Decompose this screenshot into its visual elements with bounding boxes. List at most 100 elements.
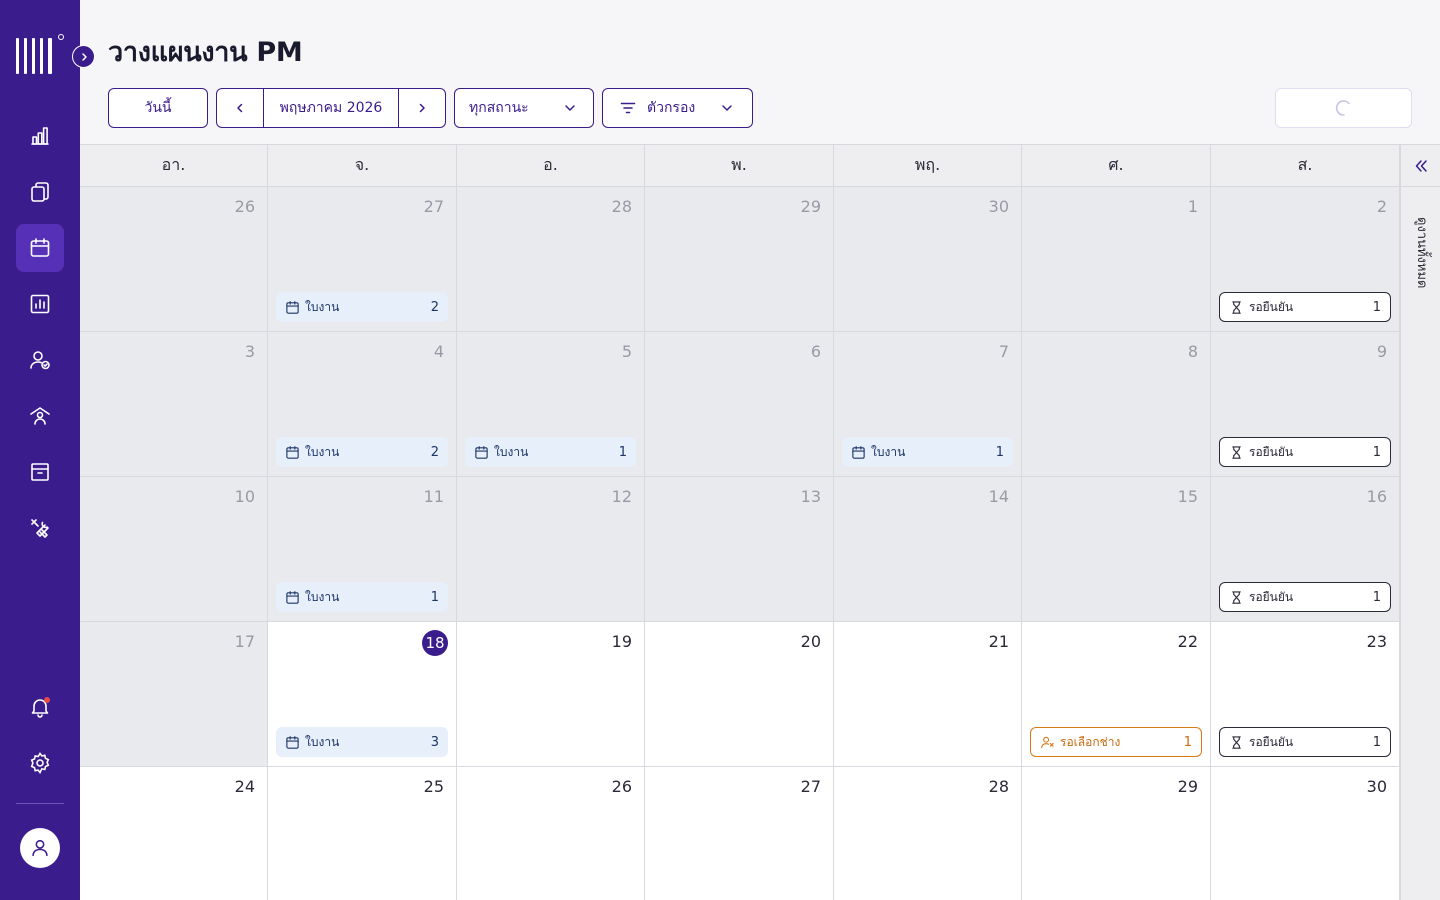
calendar-day-cell[interactable]: 24	[80, 767, 268, 900]
loading-button[interactable]	[1275, 88, 1412, 128]
calendar-icon	[286, 300, 299, 314]
calendar-day-cell[interactable]: 3	[80, 332, 268, 477]
sidebar-item-documents[interactable]	[16, 168, 64, 216]
event-chip-job[interactable]: ใบงาน 1	[276, 582, 448, 612]
event-chip-label: รอยืนยัน	[1249, 589, 1294, 604]
calendar-day-cell[interactable]: 14	[834, 477, 1022, 622]
calendar-day-cell[interactable]: 19	[457, 622, 645, 767]
calendar-day-cell[interactable]: 27 ใบงาน 2	[268, 187, 457, 332]
calendar-day-cell[interactable]: 30	[834, 187, 1022, 332]
next-month-button[interactable]	[399, 89, 445, 127]
event-chip-label: รอยืนยัน	[1249, 444, 1294, 459]
calendar-icon	[475, 445, 488, 459]
sidebar-expand-button[interactable]	[72, 45, 95, 68]
day-number: 30	[1366, 777, 1387, 796]
sidebar-divider	[16, 803, 64, 804]
today-button[interactable]: วันนี้	[108, 88, 208, 128]
day-number: 29	[800, 197, 821, 216]
calendar-day-cell[interactable]: 20	[645, 622, 834, 767]
sidebar-item-inventory[interactable]	[16, 448, 64, 496]
event-chip-confirm[interactable]: รอยืนยัน 1	[1219, 727, 1391, 757]
calendar-day-cell[interactable]: 26	[457, 767, 645, 900]
hourglass-icon	[1232, 445, 1241, 459]
calendar-day-cell[interactable]: 4 ใบงาน 2	[268, 332, 457, 477]
sidebar-item-reports[interactable]	[16, 280, 64, 328]
prev-month-button[interactable]	[217, 89, 263, 127]
event-chip-label: ใบงาน	[871, 444, 906, 459]
calendar-day-cell[interactable]: 23 รอยืนยัน 1	[1211, 622, 1400, 767]
calendar-day-cell[interactable]: 28	[457, 187, 645, 332]
all-jobs-label[interactable]: ดูงานทั้งหมด	[1411, 217, 1432, 288]
sidebar-item-pm-planning[interactable]	[16, 224, 64, 272]
calendar-day-cell[interactable]: 15	[1022, 477, 1211, 622]
event-chip-job[interactable]: ใบงาน 1	[842, 437, 1013, 467]
notifications-button[interactable]	[16, 683, 64, 731]
calendar-day-cell[interactable]: 5 ใบงาน 1	[457, 332, 645, 477]
current-month-label[interactable]: พฤษภาคม 2026	[263, 89, 399, 127]
user-avatar[interactable]	[20, 828, 60, 868]
calendar-day-cell[interactable]: 29	[1022, 767, 1211, 900]
calendar-day-cell[interactable]: 7 ใบงาน 1	[834, 332, 1022, 477]
event-chip-label: ใบงาน	[305, 589, 340, 604]
event-chip-job[interactable]: ใบงาน 1	[465, 437, 636, 467]
sidebar-item-dashboard[interactable]	[16, 112, 64, 160]
event-chip-label: ใบงาน	[494, 444, 529, 459]
event-chip-count: 1	[995, 444, 1004, 460]
calendar-day-cell[interactable]: 8	[1022, 332, 1211, 477]
event-chip-job[interactable]: ใบงาน 2	[276, 292, 448, 322]
calendar-day-cell[interactable]: 2 รอยืนยัน 1	[1211, 187, 1400, 332]
app-logo[interactable]	[16, 34, 64, 76]
calendar-day-cell[interactable]: 21	[834, 622, 1022, 767]
calendar-day-cell[interactable]: 25	[268, 767, 457, 900]
archive-icon	[31, 463, 49, 481]
calendar-day-cell[interactable]: 28	[834, 767, 1022, 900]
day-number: 25	[423, 777, 444, 796]
documents-icon	[31, 182, 49, 202]
weekday-header: จ.	[268, 145, 457, 186]
event-chip-job[interactable]: ใบงาน 2	[276, 437, 448, 467]
filter-button[interactable]: ตัวกรอง	[602, 88, 753, 128]
filter-label: ตัวกรอง	[647, 100, 696, 116]
calendar-day-cell[interactable]: 30	[1211, 767, 1400, 900]
calendar-icon	[30, 238, 50, 257]
calendar-day-cell[interactable]: 29	[645, 187, 834, 332]
settings-button[interactable]	[16, 739, 64, 787]
month-navigator: พฤษภาคม 2026	[216, 88, 446, 128]
calendar-day-cell[interactable]: 9 รอยืนยัน 1	[1211, 332, 1400, 477]
calendar-day-cell[interactable]: 26	[80, 187, 268, 332]
calendar-day-cell[interactable]: 10	[80, 477, 268, 622]
calendar-day-cell[interactable]: 6	[645, 332, 834, 477]
calendar-day-cell[interactable]: 16 รอยืนยัน 1	[1211, 477, 1400, 622]
status-select[interactable]: ทุกสถานะ	[454, 88, 594, 128]
calendar-day-cell[interactable]: 18 ใบงาน 3	[268, 622, 457, 767]
calendar-day-cell[interactable]: 27	[645, 767, 834, 900]
day-number: 5	[621, 342, 632, 361]
calendar-icon	[286, 735, 299, 749]
double-chevron-left-icon	[1415, 159, 1427, 172]
calendar-day-cell[interactable]: 22 รอเลือกช่าง 1	[1022, 622, 1211, 767]
event-chip-confirm[interactable]: รอยืนยัน 1	[1219, 437, 1391, 467]
calendar-day-cell[interactable]: 13	[645, 477, 834, 622]
weekday-header-row: อา. จ. อ. พ. พฤ. ศ. ส.	[80, 145, 1400, 187]
event-chip-confirm[interactable]: รอยืนยัน 1	[1219, 292, 1391, 322]
event-chip-select[interactable]: รอเลือกช่าง 1	[1030, 727, 1202, 757]
collapse-panel-button[interactable]	[1401, 145, 1440, 187]
sidebar-item-customers[interactable]	[16, 392, 64, 440]
calendar-day-cell[interactable]: 17	[80, 622, 268, 767]
hourglass-icon	[1232, 300, 1241, 314]
tools-icon	[31, 519, 49, 538]
event-chip-job[interactable]: ใบงาน 3	[276, 727, 448, 757]
user-check-icon	[30, 351, 50, 370]
day-number: 28	[611, 197, 632, 216]
status-select-value: ทุกสถานะ	[469, 100, 529, 116]
calendar-day-cell[interactable]: 12	[457, 477, 645, 622]
sidebar-item-technicians[interactable]	[16, 336, 64, 384]
event-chip-label: รอยืนยัน	[1249, 734, 1294, 749]
event-chip-confirm[interactable]: รอยืนยัน 1	[1219, 582, 1391, 612]
calendar-day-cell[interactable]: 11 ใบงาน 1	[268, 477, 457, 622]
calendar-day-cell[interactable]: 1	[1022, 187, 1211, 332]
sidebar-item-tools[interactable]	[16, 504, 64, 552]
event-chip-count: 1	[1372, 734, 1381, 750]
event-chip-count: 1	[618, 444, 627, 460]
all-jobs-panel: ดูงานทั้งหมด	[1400, 144, 1440, 900]
